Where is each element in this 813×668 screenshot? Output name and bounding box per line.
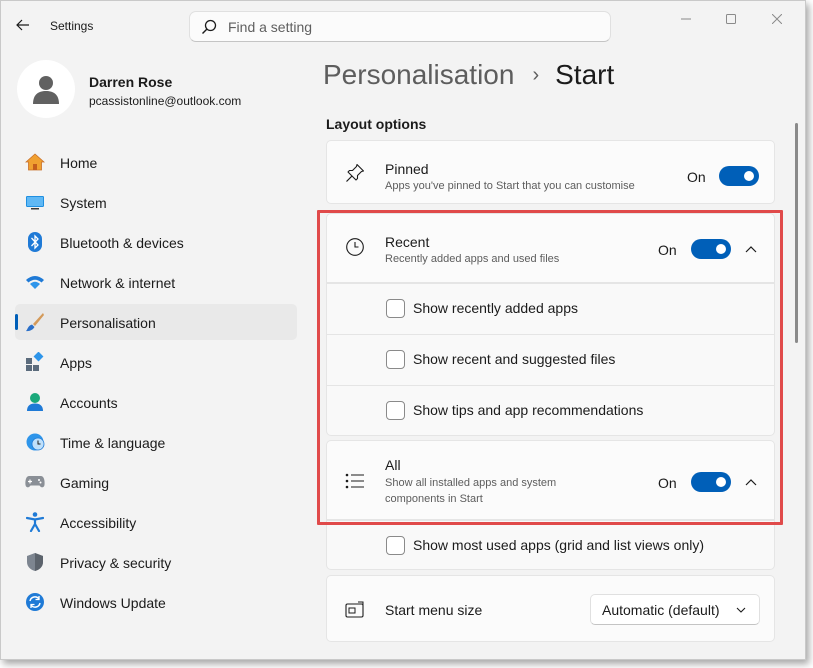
back-arrow-icon — [16, 19, 29, 31]
user-avatar-icon — [33, 76, 59, 104]
sidebar-item-apps[interactable]: Apps — [15, 344, 297, 380]
tips-recommendations-label[interactable]: Show tips and app recommendations — [413, 402, 643, 418]
page-title: Start — [555, 59, 615, 90]
sidebar-item-system[interactable]: System — [15, 184, 297, 220]
chevron-down-icon — [736, 607, 746, 613]
recent-suggested-files-checkbox[interactable] — [386, 350, 405, 369]
back-button[interactable] — [11, 13, 35, 37]
chevron-up-icon[interactable] — [743, 474, 759, 490]
search-input[interactable] — [228, 18, 588, 35]
scrollbar[interactable] — [795, 123, 798, 343]
minimize-button[interactable] — [676, 9, 696, 29]
sidebar-item-time-language[interactable]: Time & language — [15, 424, 297, 460]
most-used-apps-label[interactable]: Show most used apps (grid and list views… — [413, 537, 704, 553]
recent-suggested-files-label[interactable]: Show recent and suggested files — [413, 351, 615, 367]
sidebar-item-gaming[interactable]: Gaming — [15, 464, 297, 500]
recently-added-apps-label[interactable]: Show recently added apps — [413, 300, 578, 316]
accessibility-icon — [24, 512, 46, 532]
recent-toggle-state: On — [658, 242, 677, 258]
recent-description: Recently added apps and used files — [385, 253, 560, 265]
list-icon — [344, 470, 366, 492]
pinned-description: Apps you've pinned to Start that you can… — [385, 180, 635, 192]
recent-option-row: Show tips and app recommendations — [326, 385, 775, 436]
brush-icon — [24, 312, 46, 332]
pinned-toggle-state: On — [687, 169, 706, 185]
shield-icon — [24, 552, 46, 572]
most-used-apps-checkbox[interactable] — [386, 536, 405, 555]
breadcrumb: Personalisation › Start — [323, 59, 614, 91]
all-title: All — [385, 457, 401, 473]
time-language-icon — [24, 432, 46, 452]
tips-recommendations-checkbox[interactable] — [386, 401, 405, 420]
maximize-button[interactable] — [721, 9, 741, 29]
avatar[interactable] — [17, 60, 75, 118]
breadcrumb-parent[interactable]: Personalisation — [323, 59, 514, 91]
maximize-icon — [726, 14, 736, 24]
minimize-icon — [681, 18, 691, 20]
apps-icon — [24, 352, 46, 372]
all-toggle-state: On — [658, 475, 677, 491]
all-setting-card[interactable]: All Show all installed apps and system c… — [326, 440, 775, 520]
sidebar-item-privacy-security[interactable]: Privacy & security — [15, 544, 297, 580]
sidebar-item-windows-update[interactable]: Windows Update — [15, 584, 297, 620]
app-title: Settings — [50, 19, 94, 33]
home-icon — [24, 152, 46, 172]
recently-added-apps-checkbox[interactable] — [386, 299, 405, 318]
close-icon — [772, 14, 782, 24]
user-name: Darren Rose — [89, 74, 173, 90]
all-toggle[interactable] — [691, 472, 731, 492]
sidebar-item-accounts[interactable]: Accounts — [15, 384, 297, 420]
gaming-icon — [24, 472, 46, 492]
pinned-setting-card[interactable]: Pinned Apps you've pinned to Start that … — [326, 140, 775, 204]
recent-toggle[interactable] — [691, 239, 731, 259]
pinned-toggle[interactable] — [719, 166, 759, 186]
update-icon — [24, 592, 46, 612]
all-option-row: Show most used apps (grid and list views… — [326, 520, 775, 570]
all-description-line1: Show all installed apps and system — [385, 477, 557, 489]
clock-icon — [344, 236, 366, 258]
bluetooth-icon — [24, 232, 46, 252]
start-menu-size-card: Start menu size Automatic (default) — [326, 575, 775, 642]
accounts-icon — [24, 392, 46, 412]
system-icon — [24, 192, 46, 212]
search-icon — [202, 19, 217, 34]
pin-icon — [344, 162, 366, 184]
sidebar-item-bluetooth[interactable]: Bluetooth & devices — [15, 224, 297, 260]
sidebar-nav: Home System Bluetooth & devices Network … — [15, 144, 297, 624]
sidebar-item-network[interactable]: Network & internet — [15, 264, 297, 300]
recent-setting-card[interactable]: Recent Recently added apps and used file… — [326, 213, 775, 283]
recent-title: Recent — [385, 234, 430, 250]
start-menu-size-icon — [344, 599, 366, 621]
recent-option-row: Show recently added apps — [326, 283, 775, 334]
all-description-line2: components in Start — [385, 493, 483, 505]
pinned-title: Pinned — [385, 161, 429, 177]
breadcrumb-separator: › — [532, 63, 540, 86]
close-button[interactable] — [767, 9, 787, 29]
chevron-up-icon[interactable] — [743, 241, 759, 257]
sidebar-item-accessibility[interactable]: Accessibility — [15, 504, 297, 540]
section-title: Layout options — [326, 116, 427, 132]
start-menu-size-value: Automatic (default) — [602, 601, 720, 618]
sidebar-item-personalisation[interactable]: Personalisation — [15, 304, 297, 340]
start-menu-size-dropdown[interactable]: Automatic (default) — [590, 594, 760, 625]
start-menu-size-title: Start menu size — [385, 602, 483, 618]
wifi-icon — [24, 272, 46, 292]
user-email: pcassistonline@outlook.com — [89, 94, 242, 108]
sidebar-item-home[interactable]: Home — [15, 144, 297, 180]
settings-window: Settings Darren Rose pcassistonline@outl… — [0, 0, 806, 660]
search-box[interactable] — [189, 11, 611, 42]
recent-option-row: Show recent and suggested files — [326, 334, 775, 385]
